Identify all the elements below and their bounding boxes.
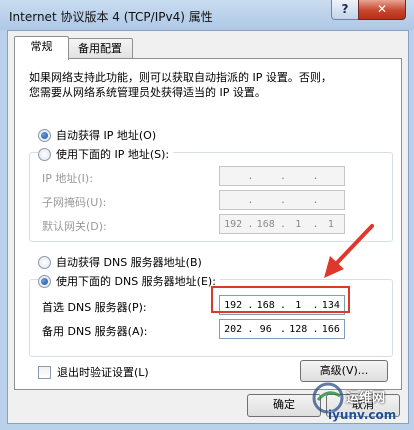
tab-general[interactable]: 常规 [14, 36, 69, 60]
annotation-arrow-icon [324, 224, 374, 278]
watermark-text: 运维网 [346, 391, 386, 406]
watermark-logo: 运维网 iyunv.com [312, 380, 396, 428]
watermark-url: iyunv.com [328, 408, 397, 422]
